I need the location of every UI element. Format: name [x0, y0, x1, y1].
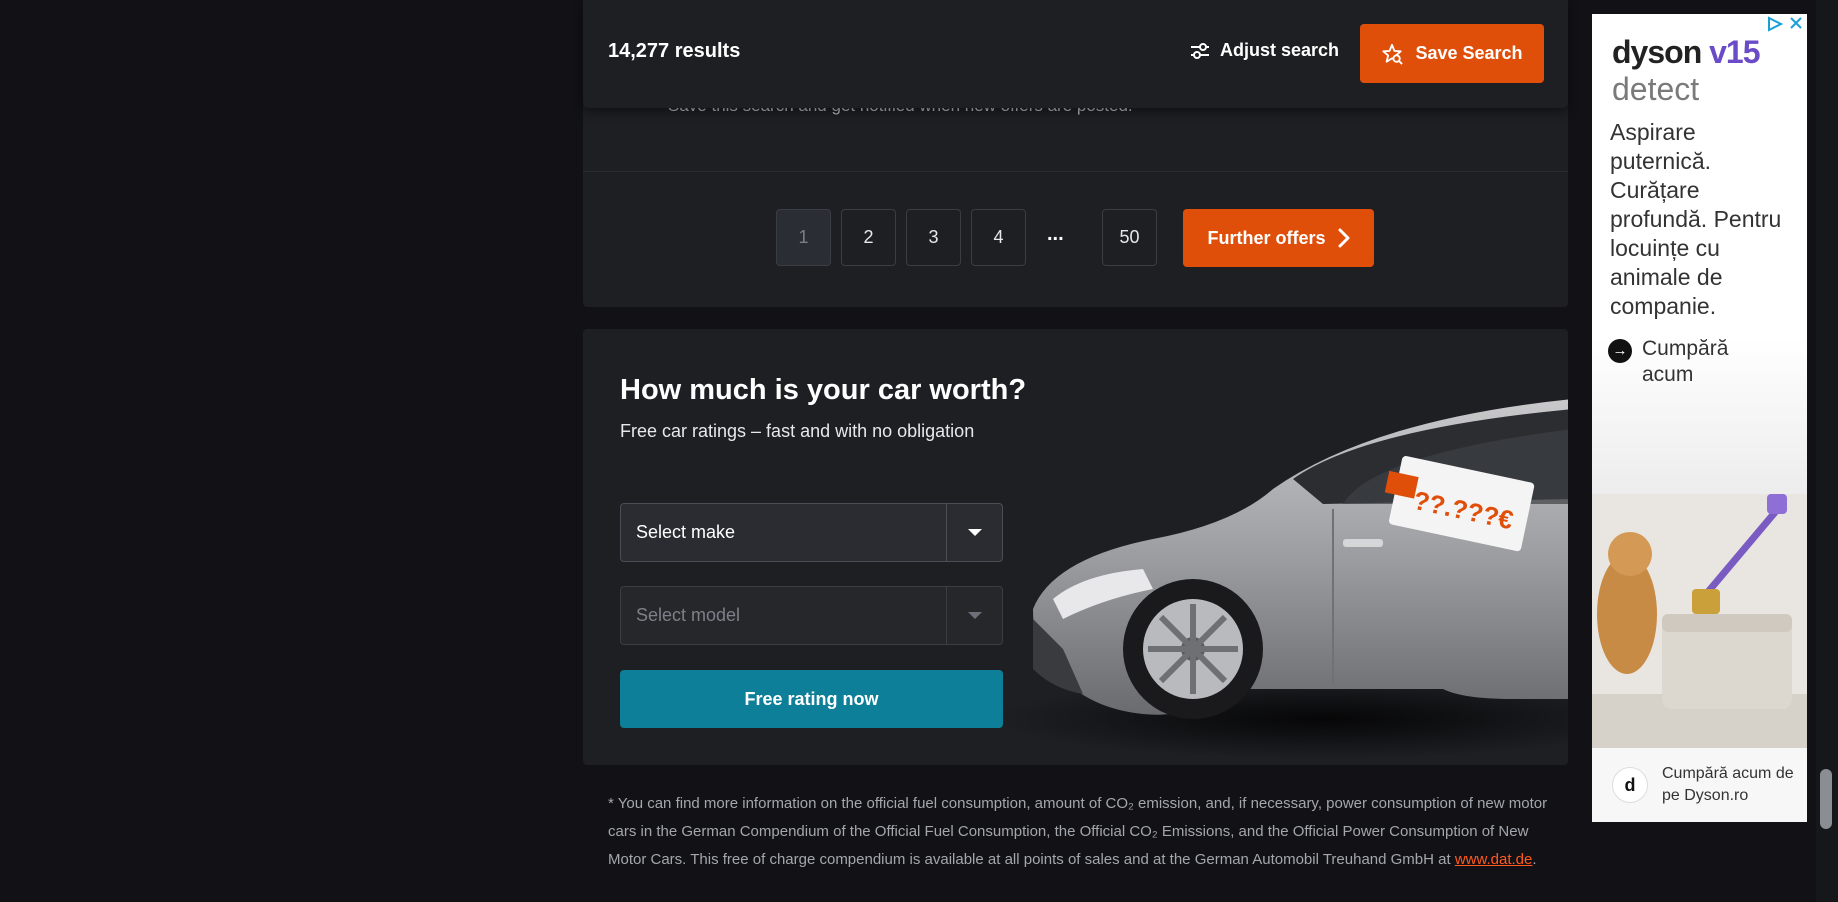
chevron-right-icon: [1338, 228, 1349, 248]
save-search-button[interactable]: Save Search: [1360, 24, 1544, 83]
ad-choices-icon[interactable]: [1767, 16, 1803, 32]
page-3-button[interactable]: 3: [906, 209, 961, 266]
close-icon[interactable]: [1789, 16, 1803, 30]
select-model-label: Select model: [636, 605, 741, 625]
ad-footer-text: Cumpără acum de pe Dyson.ro: [1662, 765, 1794, 804]
results-card: Save this search and get notified when n…: [583, 0, 1568, 307]
ad-product-image: [1592, 494, 1807, 748]
sliders-icon: [1191, 42, 1209, 59]
ad-copy: Aspirare puternică. Curățare profundă. P…: [1610, 119, 1782, 319]
page-2-button[interactable]: 2: [841, 209, 896, 266]
divider: [583, 171, 1568, 172]
valuation-title: How much is your car worth?: [620, 374, 1027, 406]
ad-cta-label: Cumpără acum: [1642, 337, 1729, 386]
results-toolbar: 14,277 results Adjust search Save Search: [583, 0, 1568, 108]
page-last-button[interactable]: 50: [1102, 209, 1157, 266]
page-1-button[interactable]: 1: [776, 209, 831, 266]
dat-link[interactable]: www.dat.de: [1455, 851, 1533, 868]
dyson-logo: d: [1612, 767, 1648, 803]
select-model-dropdown[interactable]: Select model: [620, 586, 1003, 645]
further-offers-button[interactable]: Further offers: [1183, 209, 1374, 267]
ad-brand: dyson v15: [1612, 34, 1761, 71]
ad-cta-button[interactable]: → Cumpără acum: [1608, 336, 1762, 388]
footnote-text: * You can find more information on the o…: [608, 795, 1548, 868]
page-4-button[interactable]: 4: [971, 209, 1026, 266]
footnote-end: .: [1532, 851, 1537, 868]
results-count: 14,277 results: [608, 40, 741, 62]
footnote: * You can find more information on the o…: [608, 790, 1548, 874]
ad-footer[interactable]: d Cumpără acum de pe Dyson.ro: [1592, 748, 1807, 822]
pagination-ellipsis: ...: [1047, 223, 1064, 245]
dyson-advertisement[interactable]: dyson v15 detect Aspirare puternică. Cur…: [1592, 14, 1807, 822]
adjust-search-button[interactable]: Adjust search: [1190, 40, 1339, 61]
further-offers-label: Further offers: [1207, 227, 1326, 248]
arrow-right-icon: →: [1608, 339, 1632, 363]
save-search-label: Save Search: [1415, 43, 1523, 63]
page-scrollbar[interactable]: [1816, 0, 1838, 902]
valuation-subtitle: Free car ratings – fast and with no obli…: [620, 421, 975, 441]
select-make-dropdown[interactable]: Select make: [620, 503, 1003, 562]
chevron-down-icon: [946, 587, 1002, 644]
ad-detect: detect: [1612, 71, 1700, 107]
car-valuation-card: ??.???€ How much is your car worth? Free…: [583, 329, 1568, 765]
star-search-icon: [1382, 43, 1404, 65]
car-illustration: ??.???€: [993, 399, 1568, 759]
adjust-search-label: Adjust search: [1220, 40, 1340, 60]
scroll-thumb[interactable]: [1820, 769, 1832, 829]
ad-brand-name: dyson: [1612, 34, 1702, 70]
chevron-down-icon: [946, 504, 1002, 561]
ad-model: v15: [1709, 34, 1760, 70]
free-rating-button[interactable]: Free rating now: [620, 670, 1003, 728]
select-make-label: Select make: [636, 522, 736, 542]
